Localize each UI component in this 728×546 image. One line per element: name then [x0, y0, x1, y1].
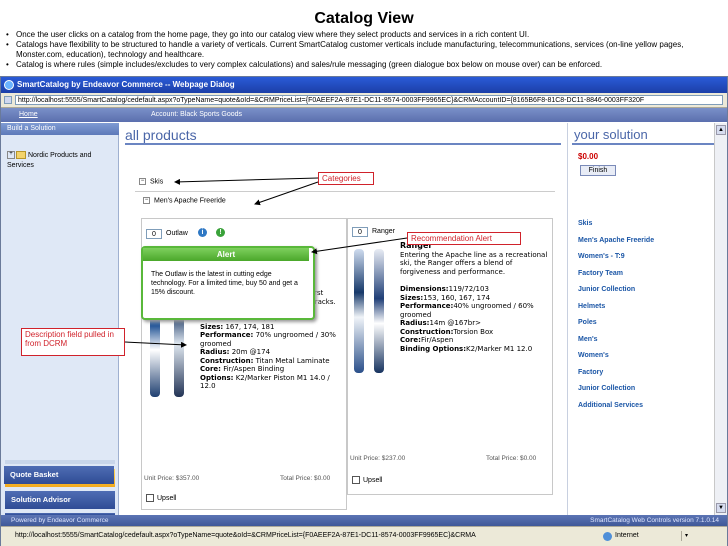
callout-arrows — [124, 177, 408, 348]
